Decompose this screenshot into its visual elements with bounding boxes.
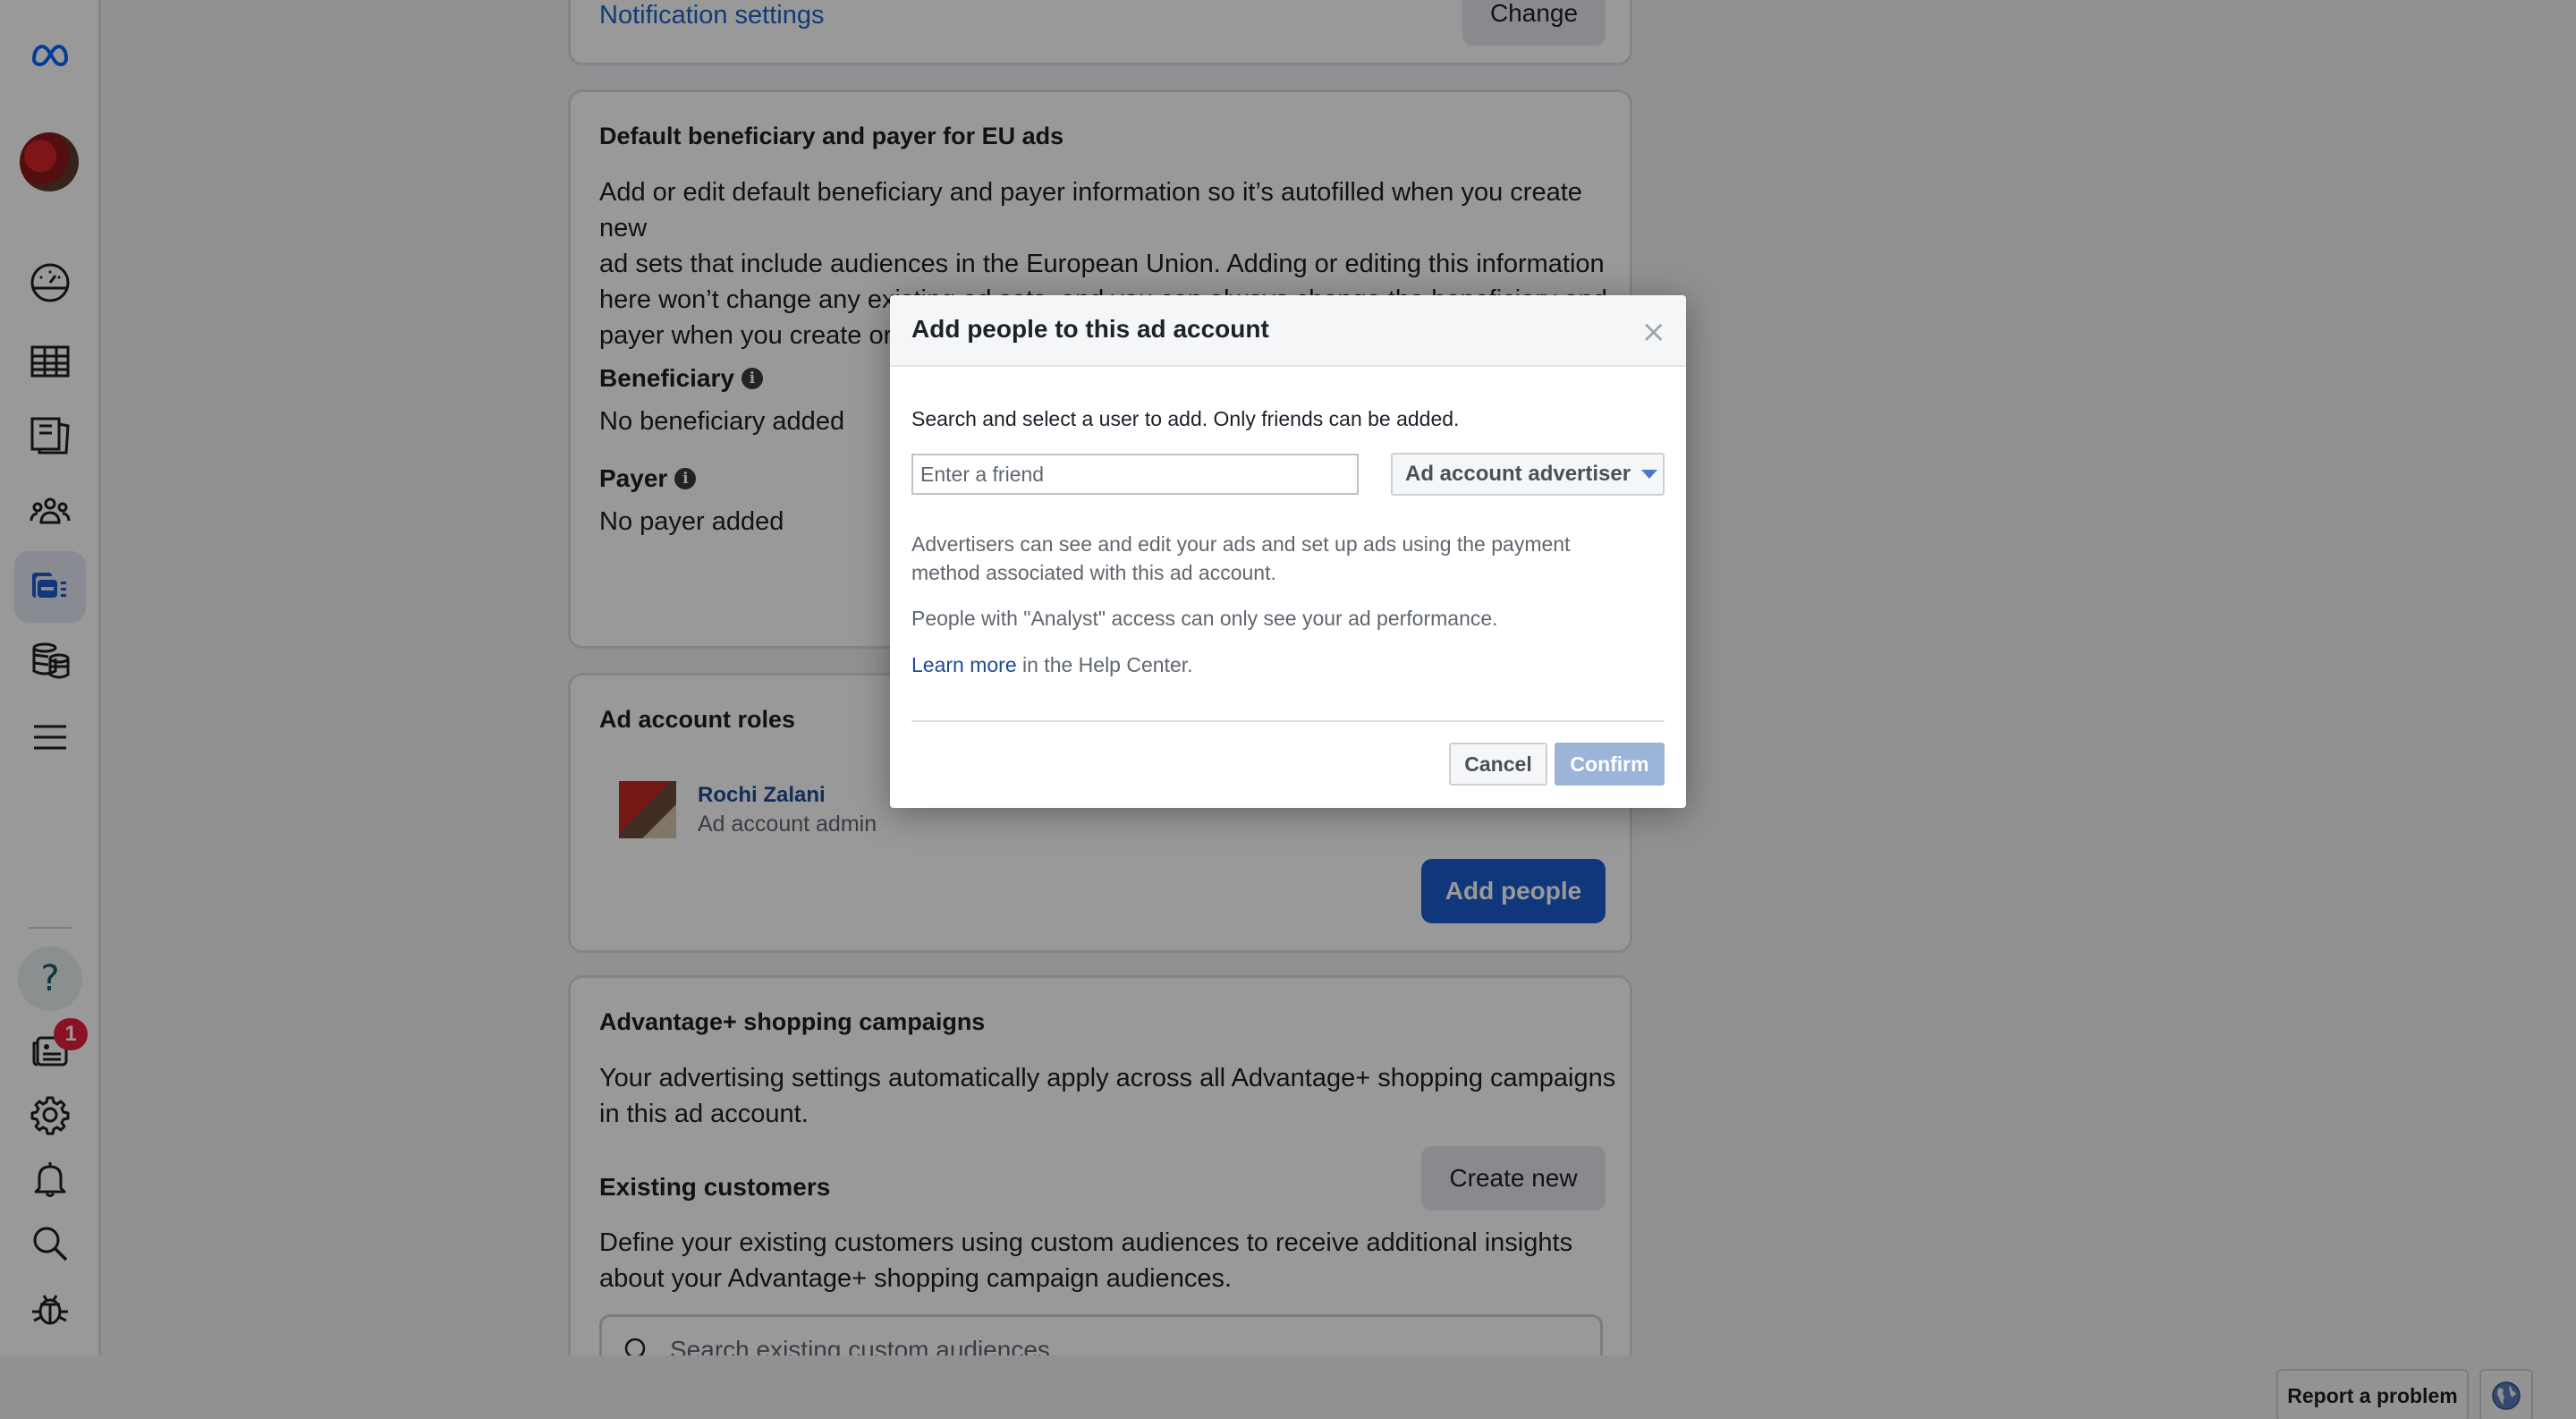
add-people-dialog: Add people to this ad account × Search a…	[890, 295, 1686, 808]
help-center-text: in the Help Center.	[1016, 653, 1193, 676]
cancel-button[interactable]: Cancel	[1449, 743, 1547, 786]
info-line: method associated with this ad account.	[911, 561, 1276, 584]
role-selected-value: Ad account advertiser	[1405, 462, 1631, 486]
caret-down-icon	[1641, 470, 1658, 479]
friend-search-input[interactable]	[911, 454, 1359, 495]
dialog-title: Add people to this ad account	[911, 315, 1269, 343]
dialog-header: Add people to this ad account ×	[890, 295, 1686, 367]
role-dropdown[interactable]: Ad account advertiser	[1391, 453, 1665, 496]
close-icon[interactable]: ×	[1641, 317, 1667, 347]
help-center-line: Learn more in the Help Center.	[911, 650, 1193, 679]
dialog-divider	[911, 720, 1665, 722]
dialog-learn-more-link[interactable]: Learn more	[911, 653, 1017, 676]
info-line: Advertisers can see and edit your ads an…	[911, 532, 1571, 556]
confirm-button[interactable]: Confirm	[1555, 743, 1665, 786]
dialog-instruction: Search and select a user to add. Only fr…	[911, 407, 1460, 430]
analyst-info: People with "Analyst" access can only se…	[911, 607, 1498, 630]
advertiser-info: Advertisers can see and edit your ads an…	[911, 530, 1570, 587]
